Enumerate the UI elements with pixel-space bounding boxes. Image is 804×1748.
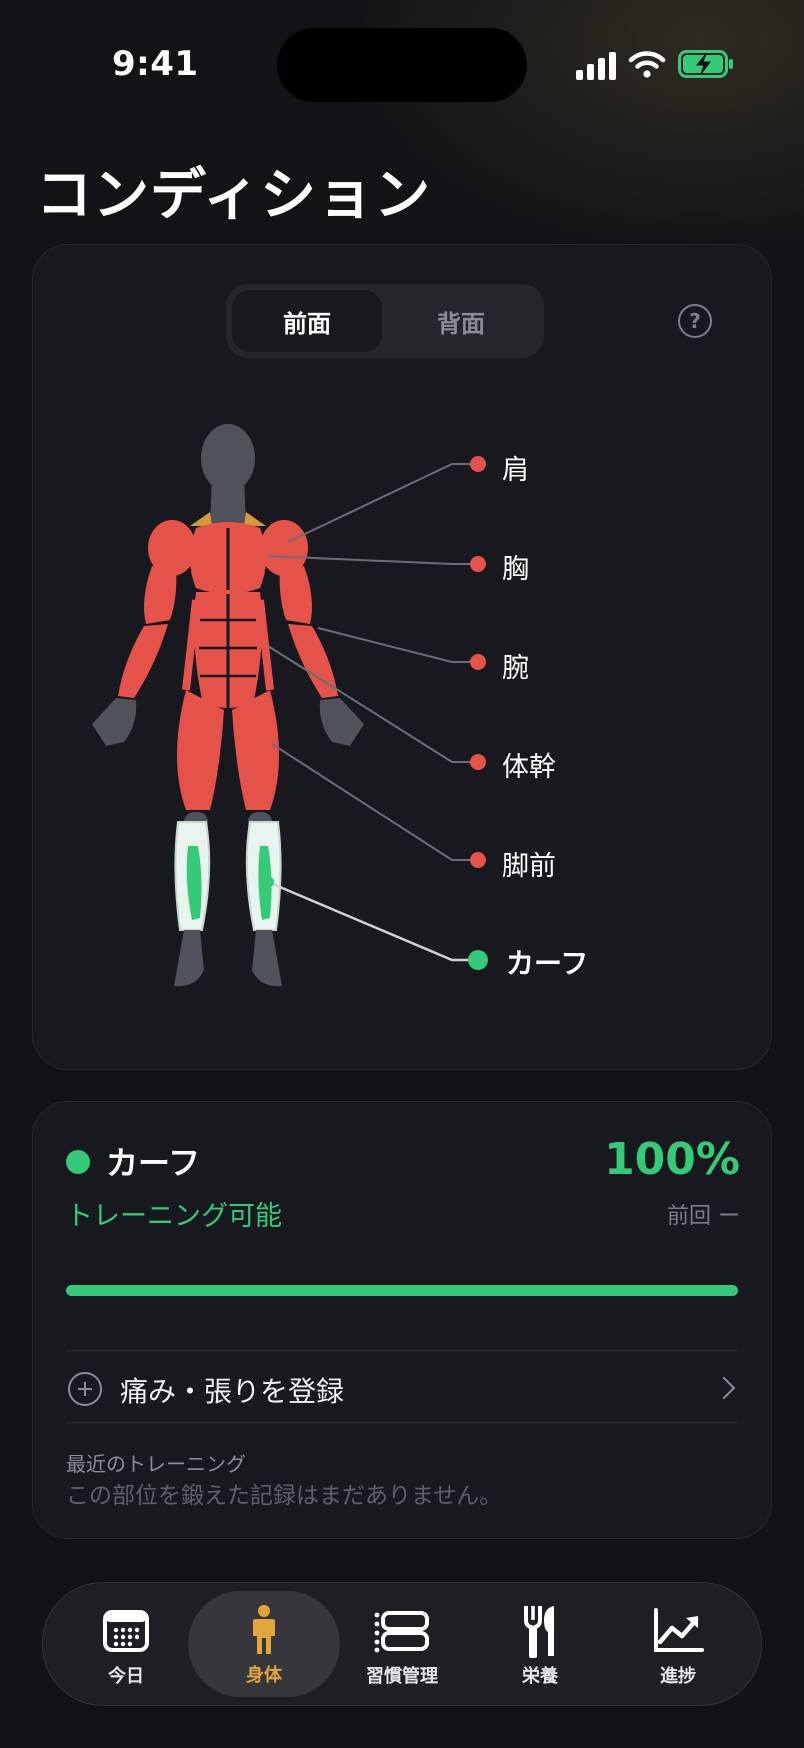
muscle-right-forearm [288, 624, 338, 698]
tab-nutrition[interactable]: 栄養 [470, 1592, 610, 1696]
selected-part-name: カーフ [106, 1144, 201, 1182]
leader-line-calf [267, 880, 476, 962]
left-hand [92, 698, 137, 746]
marker-dot-core [470, 754, 486, 770]
divider [66, 1350, 738, 1351]
muscle-left-upper-arm [144, 566, 177, 624]
status-dot [66, 1150, 90, 1174]
habit-list-icon [374, 1611, 429, 1653]
right-foot [252, 930, 282, 987]
tab-body[interactable]: 身体 [188, 1591, 340, 1697]
tab-label-today: 今日 [108, 1666, 144, 1687]
muscle-right-upper-arm [279, 566, 312, 624]
part-label-calf[interactable]: カーフ [506, 942, 588, 982]
muscle-left-thigh [177, 690, 224, 810]
previous-session: 前回 ー [667, 1204, 740, 1229]
marker-dot-arm [470, 654, 486, 670]
calendar-icon [103, 1610, 149, 1652]
body-neck [210, 478, 246, 524]
part-label-chest[interactable]: 胸 [502, 547, 529, 586]
tab-today[interactable]: 今日 [56, 1592, 196, 1696]
person-icon [253, 1605, 275, 1654]
divider [66, 1422, 738, 1423]
part-label-arm[interactable]: 腕 [502, 646, 529, 685]
fork-knife-icon [524, 1606, 554, 1658]
part-label-leg-front[interactable]: 脚前 [502, 844, 556, 883]
right-hand [319, 698, 364, 746]
recent-training-heading: 最近のトレーニング [66, 1452, 246, 1476]
tab-progress[interactable]: 進捗 [608, 1592, 748, 1696]
marker-dot-leg-front [470, 852, 486, 868]
marker-dot-shoulder [470, 456, 486, 472]
leader-line-core [267, 645, 476, 763]
body-diagram [92, 424, 488, 987]
marker-dot-chest [470, 556, 486, 572]
marker-dot-calf [468, 950, 488, 970]
tab-label-progress: 進捗 [660, 1666, 696, 1687]
tab-label-habits: 習慣管理 [366, 1666, 438, 1687]
tab-label-nutrition: 栄養 [522, 1666, 558, 1687]
tab-habits[interactable]: 習慣管理 [332, 1592, 472, 1696]
leader-line-arm [317, 627, 476, 663]
add-circle-icon [68, 1372, 102, 1406]
leader-line-leg-front [271, 743, 476, 861]
part-label-shoulder[interactable]: 肩 [502, 448, 529, 487]
recovery-progress-bar [66, 1285, 738, 1296]
muscle-right-thigh [232, 690, 279, 810]
left-foot [174, 930, 204, 987]
chart-up-icon [654, 1608, 704, 1652]
recent-training-empty: この部位を鍛えた記録はまだありません。 [66, 1483, 503, 1509]
register-pain-button[interactable]: 痛み・張りを登録 [120, 1370, 344, 1410]
tab-label-body: 身体 [246, 1665, 282, 1686]
leader-line-shoulder [287, 463, 476, 543]
training-status: トレーニング可能 [66, 1201, 282, 1232]
recovery-percent: 100% [604, 1134, 740, 1185]
muscle-left-forearm [118, 624, 168, 698]
recovery-progress-fill [66, 1285, 738, 1296]
part-label-core[interactable]: 体幹 [502, 745, 556, 784]
